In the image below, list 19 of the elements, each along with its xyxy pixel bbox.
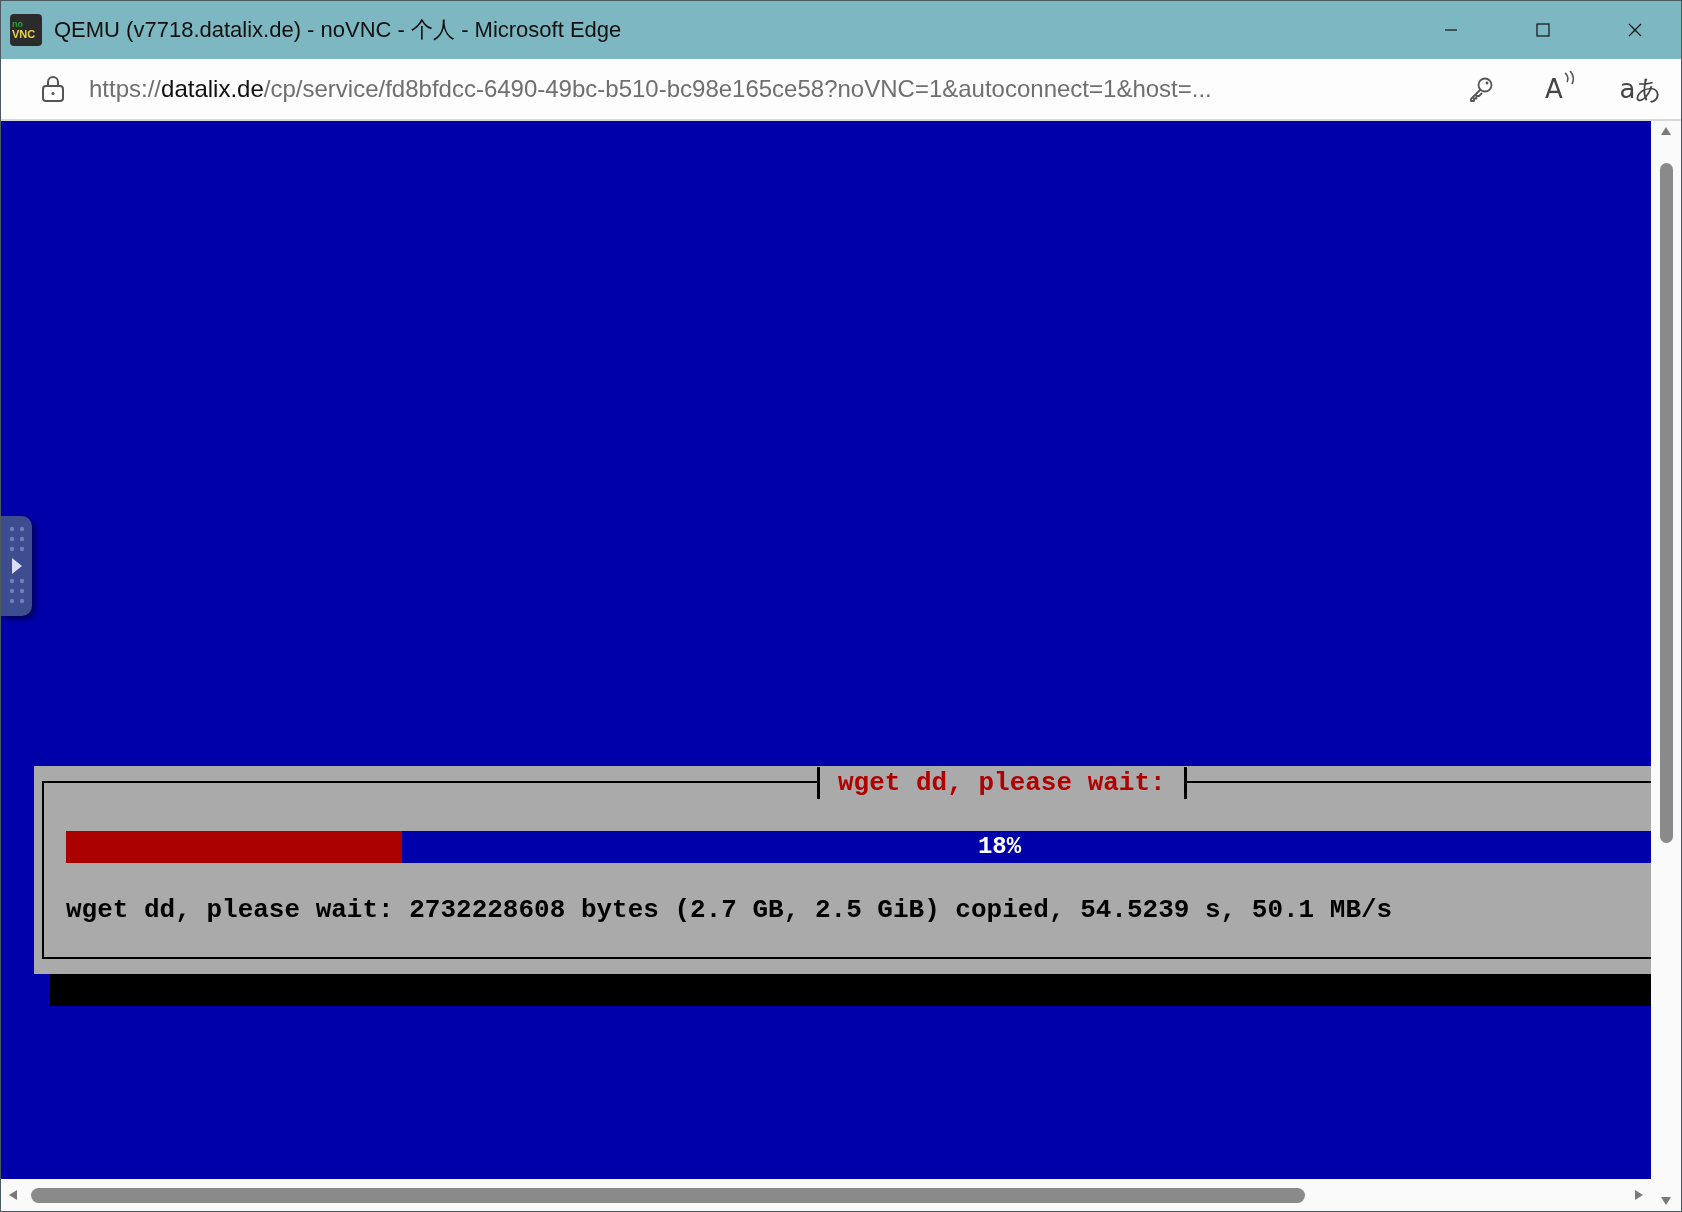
translate-button[interactable]: aあ [1601, 64, 1681, 114]
scroll-left-icon[interactable] [7, 1189, 19, 1201]
scroll-right-icon[interactable] [1633, 1189, 1645, 1201]
vertical-scrollbar[interactable] [1651, 121, 1681, 1211]
url-text[interactable]: https://datalix.de/cp/service/fd8bfdcc-6490-49bc-b510-bc98e165ce58?noVNC=1&autoconnect=1&host=... [89, 75, 1212, 103]
maximize-icon [1536, 23, 1550, 37]
read-aloud-button[interactable]: A [1521, 64, 1601, 114]
scroll-up-icon[interactable] [1660, 125, 1672, 137]
lock-icon[interactable] [41, 75, 65, 103]
scrollbar-thumb[interactable] [31, 1187, 1305, 1203]
sidebar-handle[interactable] [1, 516, 32, 616]
progress-percent: 18% [976, 832, 1023, 862]
horizontal-scrollbar[interactable] [1, 1179, 1651, 1211]
window-title: QEMU (v7718.datalix.de) - noVNC - 个人 - Microsoft Edge [54, 16, 622, 44]
close-icon [1628, 23, 1642, 37]
scroll-down-icon[interactable] [1660, 1195, 1672, 1207]
scrollbar-thumb[interactable] [1659, 163, 1673, 843]
status-text: wget dd, please wait: 2732228608 bytes (2.7 GB, 2.5 GiB) copied, 54.5239 s, 50.1 MB/s [66, 895, 1394, 925]
app-logo: no VNC [10, 14, 42, 46]
